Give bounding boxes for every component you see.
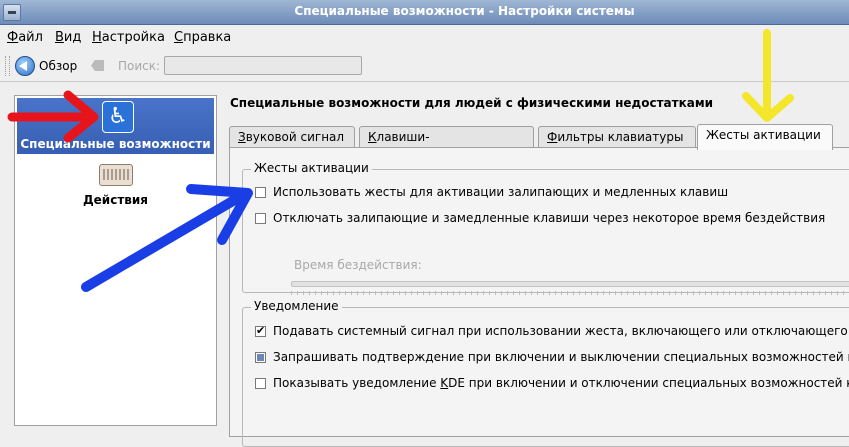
checkbox-box[interactable] [255, 377, 266, 389]
menu-bar: Файл Вид Настройка Справка [0, 25, 849, 49]
notification-group: Уведомление Подавать системный сигнал пр… [242, 299, 849, 447]
toolbar-grip[interactable] [5, 56, 10, 76]
use-gestures-checkbox[interactable]: Использовать жесты для активации залипаю… [255, 185, 728, 199]
menu-help[interactable]: Справка [174, 30, 231, 45]
sidebar-item-label: Специальные возможности [20, 137, 211, 151]
activation-gestures-group: Жесты активации Использовать жесты для а… [242, 161, 849, 295]
tab-modifier-keys[interactable]: Клавиши-модификаторы [359, 126, 534, 164]
page-title: Специальные возможности для людей с физи… [230, 96, 714, 110]
toolbar: Обзор Поиск: [0, 51, 849, 82]
checkbox-box[interactable] [255, 212, 266, 224]
sidebar-item-accessibility[interactable]: ♿ Специальные возможности [17, 98, 214, 154]
sidebar: ♿ Специальные возможности Действия [14, 95, 217, 426]
slider-ticks [291, 291, 849, 295]
checkbox-box[interactable] [255, 186, 266, 198]
group-title: Уведомление [251, 299, 342, 313]
group-title: Жесты активации [251, 161, 372, 175]
search-input[interactable] [164, 56, 362, 75]
checkbox-label: Отключать залипающие и замедленные клави… [273, 211, 826, 225]
confirm-toggle-checkbox[interactable]: Запрашивать подтверждение при включении … [255, 350, 849, 364]
menu-settings[interactable]: Настройка [92, 30, 165, 45]
keyboard-icon [99, 164, 133, 186]
clear-search-icon[interactable] [91, 60, 104, 71]
window-title: Специальные возможности - Настройки сист… [294, 4, 635, 18]
search-label: Поиск: [118, 59, 161, 73]
title-bar: Специальные возможности - Настройки сист… [0, 0, 849, 25]
kde-notification-checkbox[interactable]: Показывать уведомление KDE при включении… [255, 376, 849, 390]
tab-sound-signal[interactable]: Звуковой сигнал [229, 126, 355, 147]
tab-keyboard-filters[interactable]: Фильтры клавиатуры [538, 126, 696, 147]
checkbox-box[interactable] [255, 324, 266, 337]
tab-activation-gestures[interactable]: Жесты активации [697, 124, 833, 150]
checkbox-label: Показывать уведомление KDE при включении… [273, 376, 849, 390]
idle-time-label: Время бездействия: [294, 258, 422, 272]
sidebar-item-label: Действия [82, 193, 148, 207]
overview-label: Обзор [39, 59, 78, 73]
disable-after-idle-checkbox[interactable]: Отключать залипающие и замедленные клави… [255, 211, 825, 225]
overview-button[interactable]: Обзор [15, 55, 77, 77]
system-bell-checkbox[interactable]: Подавать системный сигнал при использова… [255, 324, 848, 338]
checkbox-label: Использовать жесты для активации залипаю… [273, 185, 729, 199]
checkbox-label: Запрашивать подтверждение при включении … [273, 350, 849, 364]
menu-view[interactable]: Вид [55, 30, 81, 45]
checkbox-label: Подавать системный сигнал при использова… [273, 324, 848, 338]
menu-file[interactable]: Файл [7, 30, 43, 45]
tab-panel: Жесты активации Использовать жесты для а… [229, 147, 849, 447]
accessibility-icon: ♿ [102, 101, 134, 133]
checkbox-box[interactable] [255, 351, 266, 363]
back-arrow-icon [15, 56, 35, 76]
idle-time-slider[interactable] [291, 281, 849, 287]
